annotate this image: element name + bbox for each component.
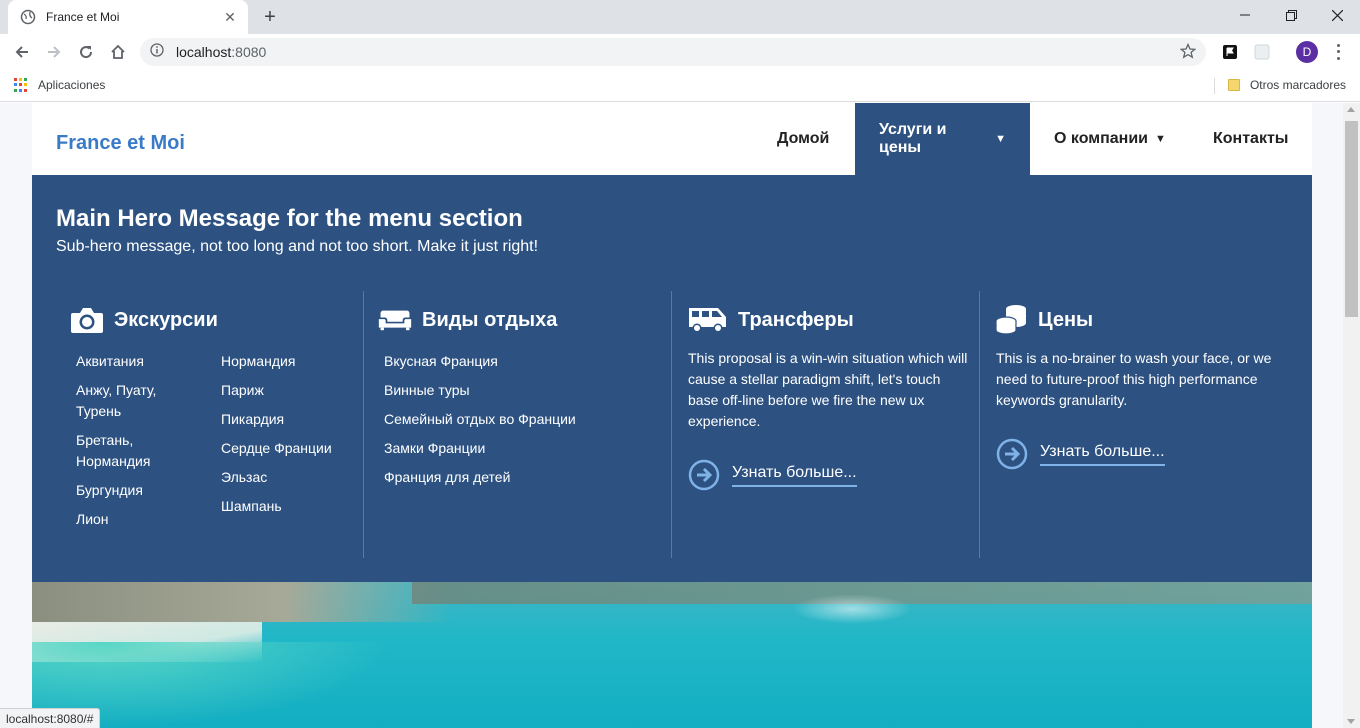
prices-description: This is a no-brainer to wash your face, …	[996, 350, 1272, 408]
brand-logo-link[interactable]: France et Moi	[56, 132, 185, 155]
menu-link[interactable]: Винные туры	[384, 380, 654, 401]
mega-menu-title: Main Hero Message for the menu section	[56, 205, 523, 232]
menu-link[interactable]: Сердце Франции	[221, 438, 361, 459]
menu-link[interactable]: Бургундия	[76, 480, 196, 501]
forward-button[interactable]	[40, 38, 68, 66]
flag-extension-icon[interactable]	[1220, 42, 1240, 62]
column-transfers: Трансферы This proposal is a win-win sit…	[672, 291, 979, 558]
menu-link[interactable]: Франция для детей	[384, 467, 654, 488]
reload-button[interactable]	[72, 38, 100, 66]
bookmark-other-folder[interactable]: Otros marcadores	[1227, 78, 1346, 92]
column-excursions: Экскурсии Аквитания Анжу, Пуату, Турень …	[56, 291, 363, 558]
nav-home-label: Домой	[777, 130, 830, 147]
transfers-learn-more-label: Узнать больше...	[732, 464, 857, 487]
new-tab-button[interactable]: +	[258, 5, 282, 29]
browser-tab-strip: France et Moi ✕ +	[0, 0, 1360, 34]
scroll-down-arrow-icon[interactable]	[1347, 719, 1355, 724]
arrow-circle-right-icon	[688, 459, 720, 491]
profile-avatar[interactable]: D	[1296, 41, 1318, 63]
minimize-button[interactable]	[1222, 0, 1268, 30]
globe-icon	[20, 9, 36, 25]
menu-link[interactable]: Анжу, Пуату, Турень	[76, 380, 196, 422]
nav-contacts-label: Контакты	[1213, 130, 1289, 147]
nav-services[interactable]: Услуги и цены ▼	[855, 103, 1030, 175]
column-holidays: Виды отдыха Вкусная Франция Винные туры …	[364, 291, 671, 558]
url-port: :8080	[231, 44, 267, 60]
menu-link[interactable]: Аквитания	[76, 351, 196, 372]
status-bar-url: localhost:8080/#	[0, 708, 101, 728]
menu-link[interactable]: Нормандия	[221, 351, 361, 372]
column-prices-title: Цены	[1038, 308, 1094, 331]
nav-contacts[interactable]: Контакты	[1189, 103, 1312, 175]
bookmark-star-icon[interactable]	[1179, 42, 1197, 64]
mega-menu: Main Hero Message for the menu section S…	[32, 175, 1312, 582]
caret-down-icon: ▼	[1154, 133, 1166, 145]
van-icon	[686, 305, 728, 335]
site-header: France et Moi Домой Услуги и цены ▼ О ко…	[32, 103, 1312, 175]
prices-learn-more-link[interactable]: Узнать больше...	[996, 438, 1165, 470]
browser-tab[interactable]: France et Moi ✕	[8, 0, 248, 34]
prices-learn-more-label: Узнать больше...	[1040, 443, 1165, 466]
back-button[interactable]	[8, 38, 36, 66]
folder-icon	[1227, 79, 1240, 91]
url-text: localhost:8080	[176, 44, 266, 60]
menu-link[interactable]: Пикардия	[221, 409, 361, 430]
menu-link[interactable]: Шампань	[221, 496, 361, 517]
menu-link[interactable]: Лион	[76, 509, 196, 530]
nav-home[interactable]: Домой	[753, 103, 853, 175]
menu-link[interactable]: Эльзас	[221, 467, 361, 488]
transfers-description: This proposal is a win-win situation whi…	[688, 350, 968, 429]
close-tab-icon[interactable]: ✕	[222, 9, 238, 26]
nav-services-label: Услуги и цены	[879, 121, 947, 156]
apps-grid-icon	[14, 78, 28, 92]
excursions-links-left: Аквитания Анжу, Пуату, Турень Бретань, Н…	[76, 351, 196, 538]
coins-icon	[994, 305, 1028, 335]
close-window-button[interactable]	[1314, 0, 1360, 30]
transfers-learn-more-link[interactable]: Узнать больше...	[688, 459, 857, 491]
column-excursions-heading: Экскурсии	[70, 305, 218, 335]
arrow-circle-right-icon	[996, 438, 1028, 470]
column-holidays-title: Виды отдыха	[422, 308, 558, 331]
browser-menu-icon[interactable]	[1330, 42, 1346, 62]
sofa-icon	[378, 305, 412, 335]
page-viewport: France et Moi Домой Услуги и цены ▼ О ко…	[0, 103, 1343, 728]
menu-link[interactable]: Семейный отдых во Франции	[384, 409, 654, 430]
scrollbar-thumb[interactable]	[1345, 121, 1358, 317]
menu-link[interactable]: Замки Франции	[384, 438, 654, 459]
home-button[interactable]	[104, 38, 132, 66]
tab-title: France et Moi	[46, 10, 120, 24]
column-holidays-heading: Виды отдыха	[378, 305, 557, 335]
bookmarks-bar: Aplicaciones Otros marcadores	[0, 70, 1360, 102]
column-transfers-title: Трансферы	[738, 308, 854, 331]
info-icon[interactable]	[150, 42, 164, 62]
caret-down-icon: ▼	[995, 133, 1006, 145]
browser-toolbar: localhost:8080 D	[0, 34, 1360, 70]
column-excursions-title: Экскурсии	[114, 308, 218, 331]
menu-link[interactable]: Бретань, Нормандия	[76, 430, 196, 472]
bookmark-other-label: Otros marcadores	[1249, 78, 1346, 92]
url-host: localhost	[176, 44, 232, 60]
mega-menu-subtitle: Sub-hero message, not too long and not t…	[56, 238, 539, 255]
extension-icon[interactable]	[1252, 42, 1272, 62]
site-container: France et Moi Домой Услуги и цены ▼ О ко…	[32, 103, 1312, 728]
column-prices: Цены This is a no-brainer to wash your f…	[980, 291, 1288, 558]
nav-company-label: О компании	[1054, 130, 1148, 147]
menu-link[interactable]: Вкусная Франция	[384, 351, 654, 372]
scroll-up-arrow-icon[interactable]	[1347, 107, 1355, 112]
address-bar[interactable]: localhost:8080	[140, 38, 1206, 66]
nav-company[interactable]: О компании ▼	[1030, 103, 1190, 175]
bookmark-apps[interactable]: Aplicaciones	[14, 78, 105, 92]
menu-link[interactable]: Париж	[221, 380, 361, 401]
camera-icon	[70, 305, 104, 335]
holidays-links: Вкусная Франция Винные туры Семейный отд…	[384, 351, 654, 496]
column-transfers-heading: Трансферы	[686, 305, 854, 335]
page-scrollbar[interactable]	[1343, 103, 1360, 728]
bookmark-apps-label: Aplicaciones	[38, 78, 106, 92]
hero-background-image	[32, 582, 1312, 728]
bookmark-separator	[1214, 78, 1215, 94]
column-prices-heading: Цены	[994, 305, 1093, 335]
restore-button[interactable]	[1268, 0, 1314, 30]
excursions-links-right: Нормандия Париж Пикардия Сердце Франции …	[221, 351, 361, 525]
